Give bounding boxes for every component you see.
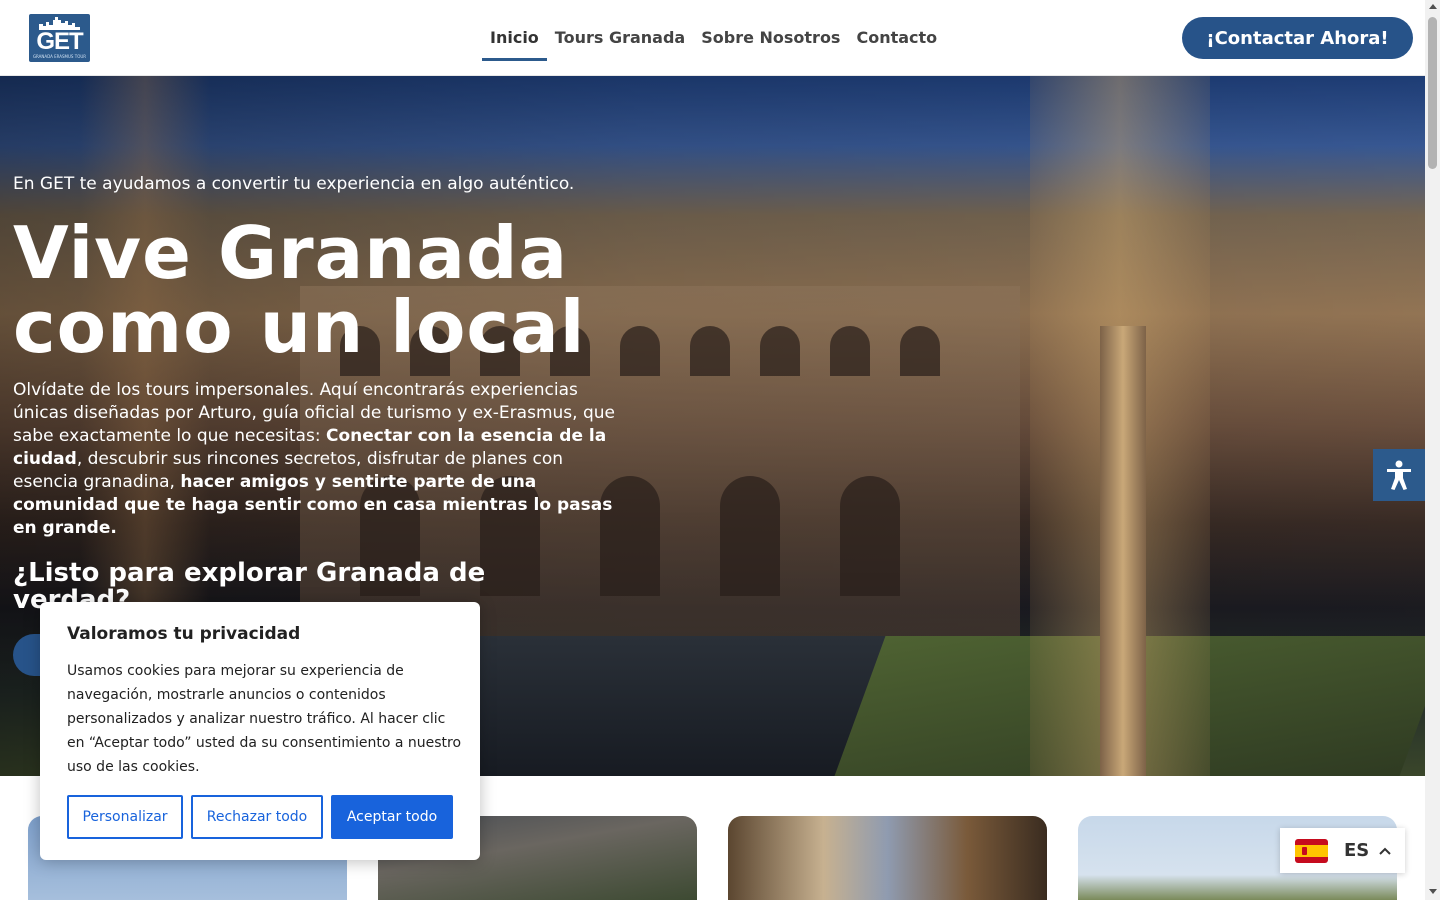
accessibility-button[interactable]	[1373, 449, 1425, 501]
accessibility-icon	[1387, 460, 1411, 490]
scroll-thumb[interactable]	[1428, 17, 1437, 169]
cookie-accept-all-button[interactable]: Aceptar todo	[331, 795, 453, 839]
hero-title-line-2: como un local	[13, 285, 586, 369]
scroll-down-arrow-icon[interactable]	[1429, 889, 1437, 894]
page-scrollbar[interactable]	[1425, 0, 1440, 900]
hero-background-column	[1100, 326, 1146, 776]
cookie-consent-dialog: Valoramos tu privacidad Usamos cookies p…	[40, 602, 480, 860]
nav-tours-granada[interactable]: Tours Granada	[547, 0, 693, 76]
cookie-title: Valoramos tu privacidad	[67, 624, 301, 644]
site-logo[interactable]: GET GRANADA ERASMUS TOUR	[29, 14, 90, 62]
main-nav: Inicio Tours Granada Sobre Nosotros Cont…	[482, 0, 945, 76]
language-switcher[interactable]: ES	[1280, 828, 1405, 873]
logo-text: GET	[36, 28, 83, 55]
site-header: GET GRANADA ERASMUS TOUR Inicio Tours Gr…	[0, 0, 1425, 76]
hero-description: Olvídate de los tours impersonales. Aquí…	[13, 379, 618, 540]
tour-card-image[interactable]	[728, 816, 1047, 900]
hero-tagline: En GET te ayudamos a convertir tu experi…	[13, 174, 575, 194]
nav-sobre-nosotros[interactable]: Sobre Nosotros	[693, 0, 848, 76]
cookie-customize-button[interactable]: Personalizar	[67, 795, 183, 839]
language-code: ES	[1344, 840, 1370, 861]
cookie-reject-all-button[interactable]: Rechazar todo	[191, 795, 323, 839]
scroll-up-arrow-icon[interactable]	[1429, 4, 1437, 9]
contact-now-button[interactable]: ¡Contactar Ahora!	[1182, 17, 1413, 59]
nav-inicio[interactable]: Inicio	[482, 0, 547, 76]
hero-title: Vive Granada como un local	[13, 216, 653, 364]
cookie-description: Usamos cookies para mejorar su experienc…	[67, 663, 462, 775]
chevron-up-icon	[1379, 847, 1391, 855]
spain-flag-icon	[1295, 838, 1328, 863]
hero-title-line-1: Vive Granada	[13, 211, 569, 295]
logo-subtext: GRANADA ERASMUS TOUR	[32, 54, 87, 59]
nav-contacto[interactable]: Contacto	[848, 0, 945, 76]
